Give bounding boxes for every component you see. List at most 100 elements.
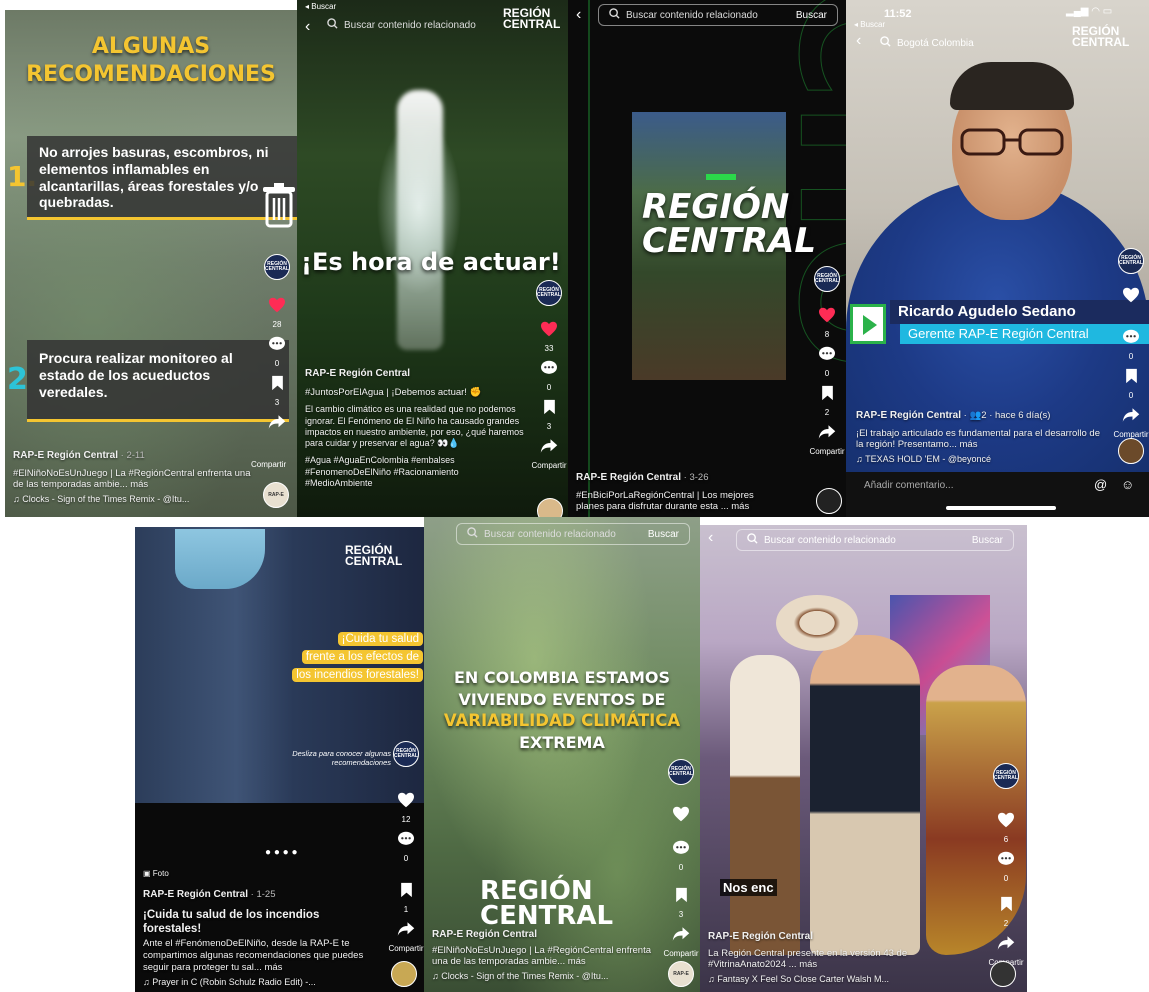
heart-icon[interactable] — [818, 306, 836, 324]
avatar[interactable]: REGIÓN CENTRAL — [536, 280, 562, 306]
comment-icon[interactable] — [672, 839, 690, 857]
emoji-icon[interactable]: ☺ — [1121, 477, 1134, 492]
share-icon[interactable] — [540, 437, 558, 455]
music-disc[interactable] — [391, 961, 417, 987]
location-search[interactable]: Bogotá Colombia — [880, 36, 1030, 50]
description[interactable]: #EnBiciPorLaRegiónCentral | Los mejores … — [576, 490, 776, 514]
music-track[interactable]: ♫ TEXAS HOLD 'EM - @beyoncé — [856, 454, 1106, 465]
bookmark-icon[interactable] — [997, 895, 1015, 913]
description[interactable]: #ElNiñoNoEsUnJuego | La #RegiónCentral e… — [13, 468, 253, 492]
comment-icon[interactable] — [997, 850, 1015, 868]
avatar[interactable]: REGIÓN CENTRAL — [668, 759, 694, 785]
share-icon[interactable] — [397, 920, 415, 938]
comment-icon[interactable] — [818, 345, 836, 363]
share-icon[interactable] — [1122, 406, 1140, 424]
bookmark-icon[interactable] — [818, 384, 836, 402]
music-disc[interactable] — [816, 488, 842, 514]
music-disc[interactable]: RAP-E — [668, 961, 694, 987]
music-track[interactable]: ♫ Clocks - Sign of the Times Remix - @It… — [13, 494, 253, 505]
bookmark-icon[interactable] — [268, 374, 286, 392]
heart-icon[interactable] — [672, 805, 690, 823]
search-input[interactable]: Buscar contenido relacionado — [626, 10, 790, 21]
search-icon — [880, 36, 891, 50]
search-input[interactable]: Buscar contenido relacionado — [764, 535, 966, 546]
hashtags-secondary[interactable]: #Agua #AguaEnColombia #embalses #Fenomen… — [305, 455, 527, 489]
music-disc[interactable]: RAP-E — [263, 482, 289, 508]
avatar[interactable]: REGIÓN CENTRAL — [814, 266, 840, 292]
status-back[interactable]: ◂ Buscar — [305, 2, 336, 11]
music-disc[interactable] — [1118, 438, 1144, 464]
post-meta: · 👥2 · hace 6 día(s) — [963, 410, 1051, 421]
save-count: 1 — [403, 905, 409, 914]
video-panel-bike[interactable]: ECHO REGIÓN CENTRAL ‹ Buscar contenido r… — [568, 0, 846, 517]
back-icon[interactable]: ‹ — [576, 6, 581, 24]
heart-icon[interactable] — [268, 296, 286, 314]
username[interactable]: RAP-E Región Central — [856, 410, 961, 421]
search-bar[interactable]: Buscar contenido relacionado Buscar — [598, 4, 838, 26]
username[interactable]: RAP-E Región Central — [143, 889, 248, 900]
mention-icon[interactable]: @ — [1094, 477, 1107, 492]
back-icon[interactable]: ‹ — [708, 529, 713, 547]
photo-panel-health[interactable]: REGIÓN CENTRAL ¡Cuida tu salud frente a … — [135, 527, 424, 992]
search-bar[interactable]: Buscar contenido relacionado Buscar — [736, 529, 1014, 551]
avatar[interactable]: REGIÓN CENTRAL — [393, 741, 419, 767]
heart-icon[interactable] — [997, 811, 1015, 829]
username[interactable]: RAP-E Región Central — [576, 472, 681, 483]
like-count: 28 — [272, 320, 282, 329]
search-button[interactable]: Buscar — [796, 10, 827, 21]
share-icon[interactable] — [997, 934, 1015, 952]
comment-icon[interactable] — [1122, 328, 1140, 346]
search-button[interactable]: Buscar — [972, 535, 1003, 546]
video-panel-recommendations[interactable]: ALGUNAS RECOMENDACIONES 1. No arrojes ba… — [5, 10, 297, 517]
comment-icon[interactable] — [397, 830, 415, 848]
music-disc[interactable] — [537, 498, 563, 517]
logo-line-2: CENTRAL — [480, 900, 614, 931]
hashtags[interactable]: #JuntosPorElAgua | ¡Debemos actuar! ✊ — [305, 387, 527, 399]
center-logo: REGIÓN CENTRAL — [480, 878, 614, 931]
share-icon[interactable] — [818, 423, 836, 441]
description[interactable]: La Región Central presente en la versión… — [708, 948, 978, 972]
username[interactable]: RAP-E Región Central — [13, 450, 118, 461]
music-track[interactable]: ♫ Prayer in C (Robin Schulz Radio Edit) … — [143, 977, 369, 988]
logo-line-2: CENTRAL — [642, 221, 816, 261]
share-icon[interactable] — [672, 925, 690, 943]
video-panel-fair[interactable]: Buscar contenido relacionado Buscar ‹ No… — [700, 525, 1027, 992]
video-panel-interview[interactable]: 11:52 ◂ Buscar ▂▄▆ ◠ ▭ ‹ Bogotá Colombia… — [846, 0, 1149, 517]
description[interactable]: ¡El trabajo articulado es fundamental pa… — [856, 428, 1106, 452]
back-icon[interactable]: ‹ — [305, 18, 310, 36]
search-button[interactable]: Buscar — [648, 529, 679, 540]
video-panel-climate[interactable]: Buscar contenido relacionado Buscar EN C… — [424, 517, 700, 992]
music-track[interactable]: ♫ Fantasy X Feel So Close Carter Walsh M… — [708, 974, 978, 985]
avatar[interactable]: REGIÓN CENTRAL — [993, 763, 1019, 789]
description[interactable]: El cambio climático es una realidad que … — [305, 404, 527, 449]
bookmark-icon[interactable] — [540, 398, 558, 416]
avatar[interactable]: REGIÓN CENTRAL — [1118, 248, 1144, 274]
search-bar[interactable]: Buscar contenido relacionado Buscar — [456, 523, 690, 545]
comment-input[interactable]: Añadir comentario... — [864, 480, 954, 491]
description[interactable]: #ElNiñoNoEsUnJuego | La #RegiónCentral e… — [432, 945, 664, 969]
search-bar[interactable]: Buscar contenido relacionado — [327, 18, 497, 32]
video-panel-waterfall[interactable]: ◂ Buscar ‹ Buscar contenido relacionado … — [297, 0, 568, 517]
heart-icon[interactable] — [540, 320, 558, 338]
bookmark-icon[interactable] — [397, 881, 415, 899]
comment-icon[interactable] — [540, 359, 558, 377]
heart-icon[interactable] — [397, 791, 415, 809]
username[interactable]: RAP-E Región Central — [708, 931, 978, 944]
heart-icon[interactable] — [1122, 286, 1140, 304]
music-disc[interactable] — [990, 961, 1016, 987]
username[interactable]: RAP-E Región Central — [432, 929, 664, 942]
music-track[interactable]: ♫ Clocks - Sign of the Times Remix - @It… — [432, 971, 664, 982]
bookmark-icon[interactable] — [1122, 367, 1140, 385]
description[interactable]: Ante el #FenómenoDeElNiño, desde la RAP-… — [143, 938, 369, 974]
avatar[interactable]: REGIÓN CENTRAL — [264, 254, 290, 280]
comment-icon[interactable] — [268, 335, 286, 353]
username[interactable]: RAP-E Región Central — [305, 368, 527, 381]
status-back[interactable]: ◂ Buscar — [854, 20, 885, 29]
back-icon[interactable]: ‹ — [856, 32, 861, 50]
search-input[interactable]: Bogotá Colombia — [897, 38, 974, 49]
post-title[interactable]: ¡Cuida tu salud de los incendios foresta… — [143, 908, 369, 937]
bookmark-icon[interactable] — [672, 886, 690, 904]
search-input[interactable]: Buscar contenido relacionado — [344, 20, 476, 31]
share-icon[interactable] — [268, 413, 286, 431]
search-input[interactable]: Buscar contenido relacionado — [484, 529, 642, 540]
